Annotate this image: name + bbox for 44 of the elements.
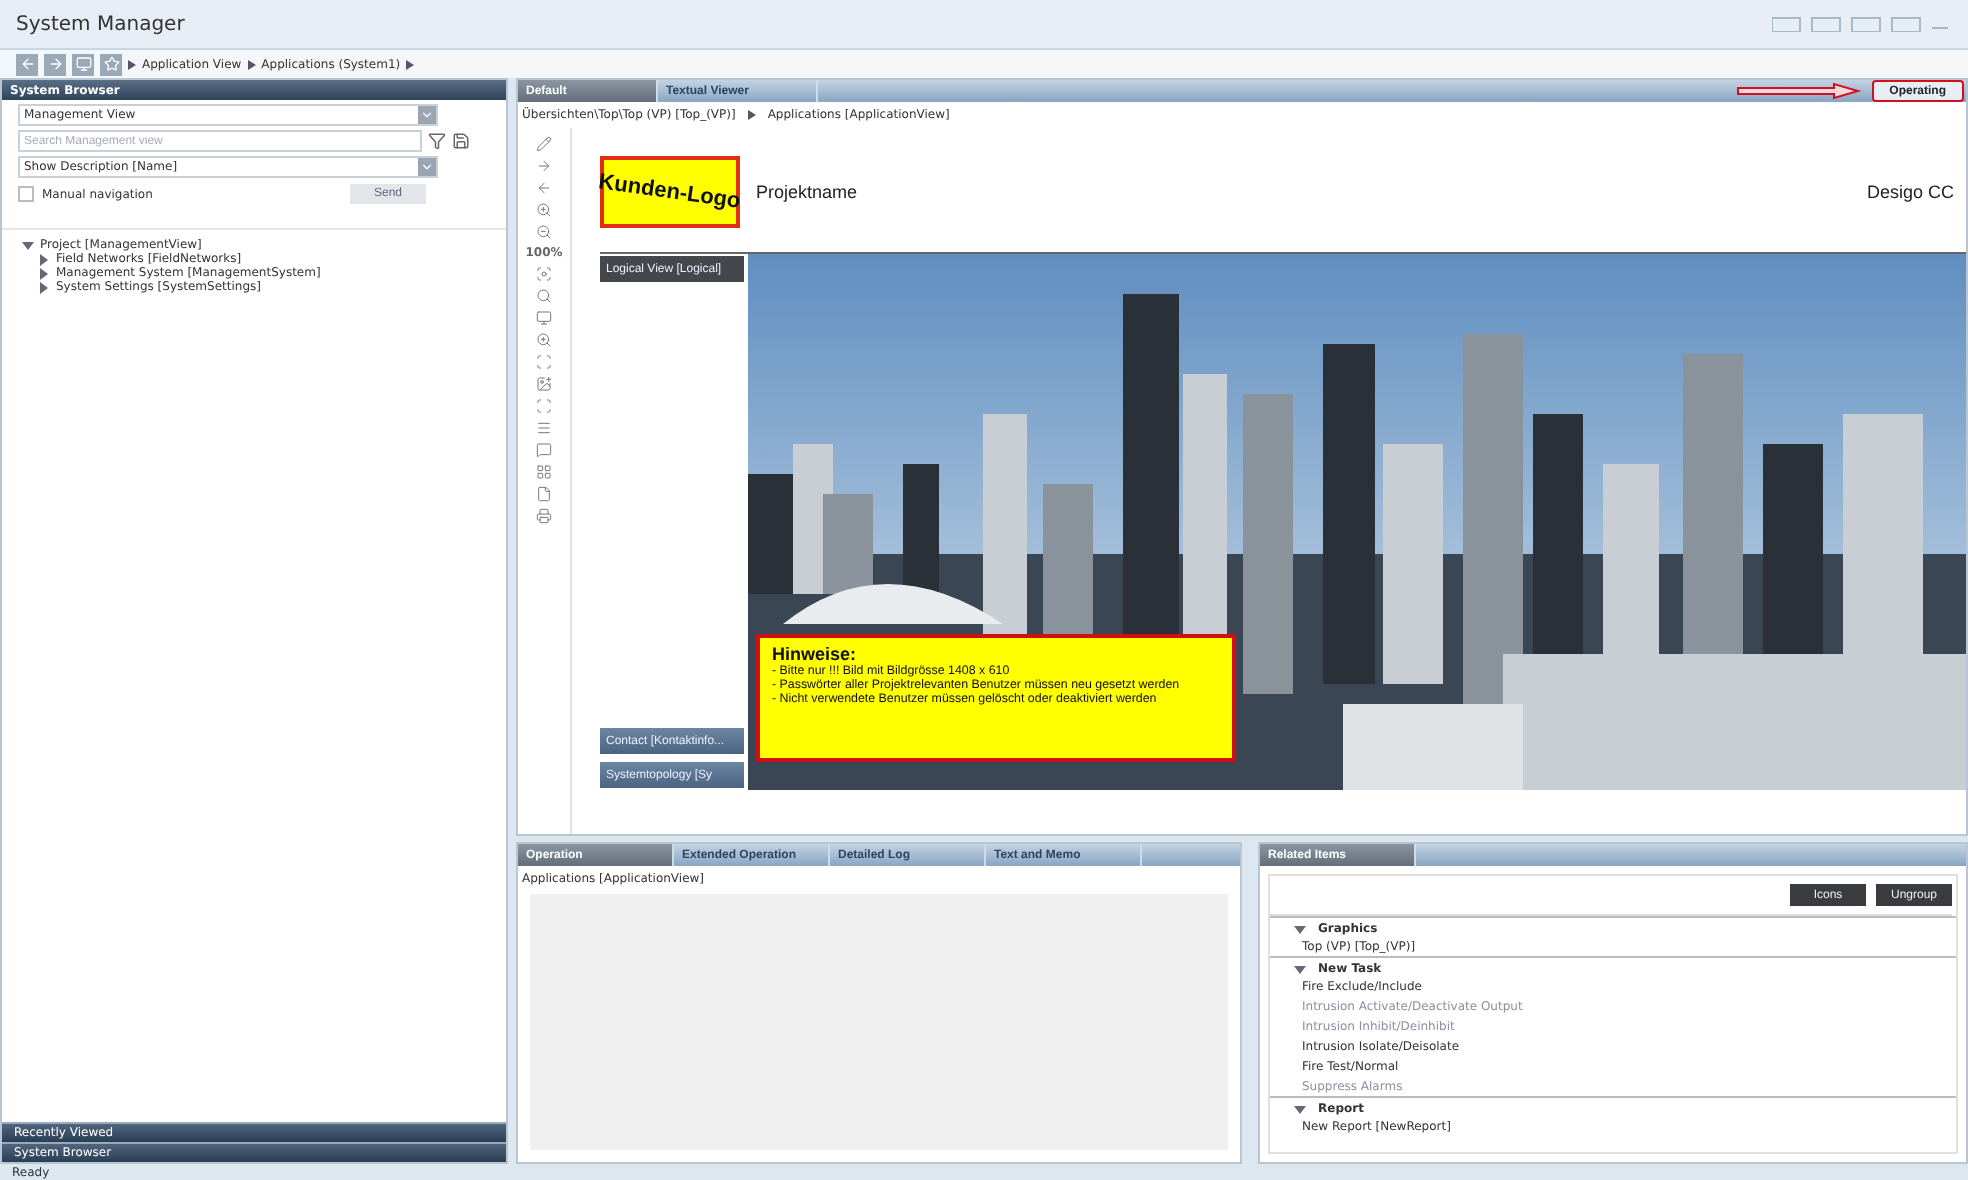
collapse-icon[interactable] [1294, 963, 1306, 975]
arrow-right-icon[interactable] [536, 158, 552, 174]
printer-icon[interactable] [536, 508, 552, 524]
target-icon[interactable] [536, 266, 552, 282]
collapse-icon[interactable] [22, 239, 34, 251]
separator-icon [128, 59, 136, 69]
separator-icon [747, 110, 756, 120]
checkbox[interactable] [18, 186, 34, 202]
save-icon[interactable] [452, 132, 470, 150]
expand-icon[interactable] [38, 281, 50, 293]
lines-icon[interactable] [536, 420, 552, 436]
grid-icon[interactable] [536, 464, 552, 480]
home-button[interactable] [72, 53, 94, 75]
zoom-icon[interactable] [536, 332, 552, 348]
logo: Kunden-Logo [600, 156, 740, 228]
expand-icon[interactable] [38, 253, 50, 265]
filter-icon[interactable] [428, 132, 446, 150]
collapse-icon[interactable] [1294, 1103, 1306, 1115]
back-button[interactable] [16, 53, 38, 75]
image-add-icon[interactable] [536, 376, 552, 392]
project-name: Projektname [756, 182, 858, 202]
comment-icon[interactable] [536, 442, 552, 458]
product-name: Desigo CC [1866, 182, 1954, 202]
frame-icon[interactable] [536, 354, 552, 370]
frame-icon[interactable] [536, 398, 552, 414]
arrow-icon [1735, 82, 1864, 100]
zoom-in-icon[interactable] [536, 202, 552, 218]
notice-title: Hinweise: [772, 644, 859, 664]
collapse-icon[interactable] [1294, 923, 1306, 935]
forward-button[interactable] [44, 53, 66, 75]
layout-icon[interactable] [1772, 16, 1952, 32]
expand-icon[interactable] [38, 267, 50, 279]
separator-icon [406, 59, 415, 69]
pencil-icon[interactable] [536, 136, 552, 152]
monitor-icon[interactable] [536, 310, 552, 326]
separator-icon [247, 59, 256, 69]
search-icon[interactable] [536, 288, 552, 304]
dropdown-icon[interactable] [420, 160, 434, 174]
favorite-button[interactable] [100, 53, 122, 75]
page-icon[interactable] [536, 486, 552, 502]
dropdown-icon[interactable] [420, 108, 434, 122]
arrow-left-icon[interactable] [536, 180, 552, 196]
window-title: System Manager [16, 13, 185, 35]
zoom-out-icon[interactable] [536, 224, 552, 240]
